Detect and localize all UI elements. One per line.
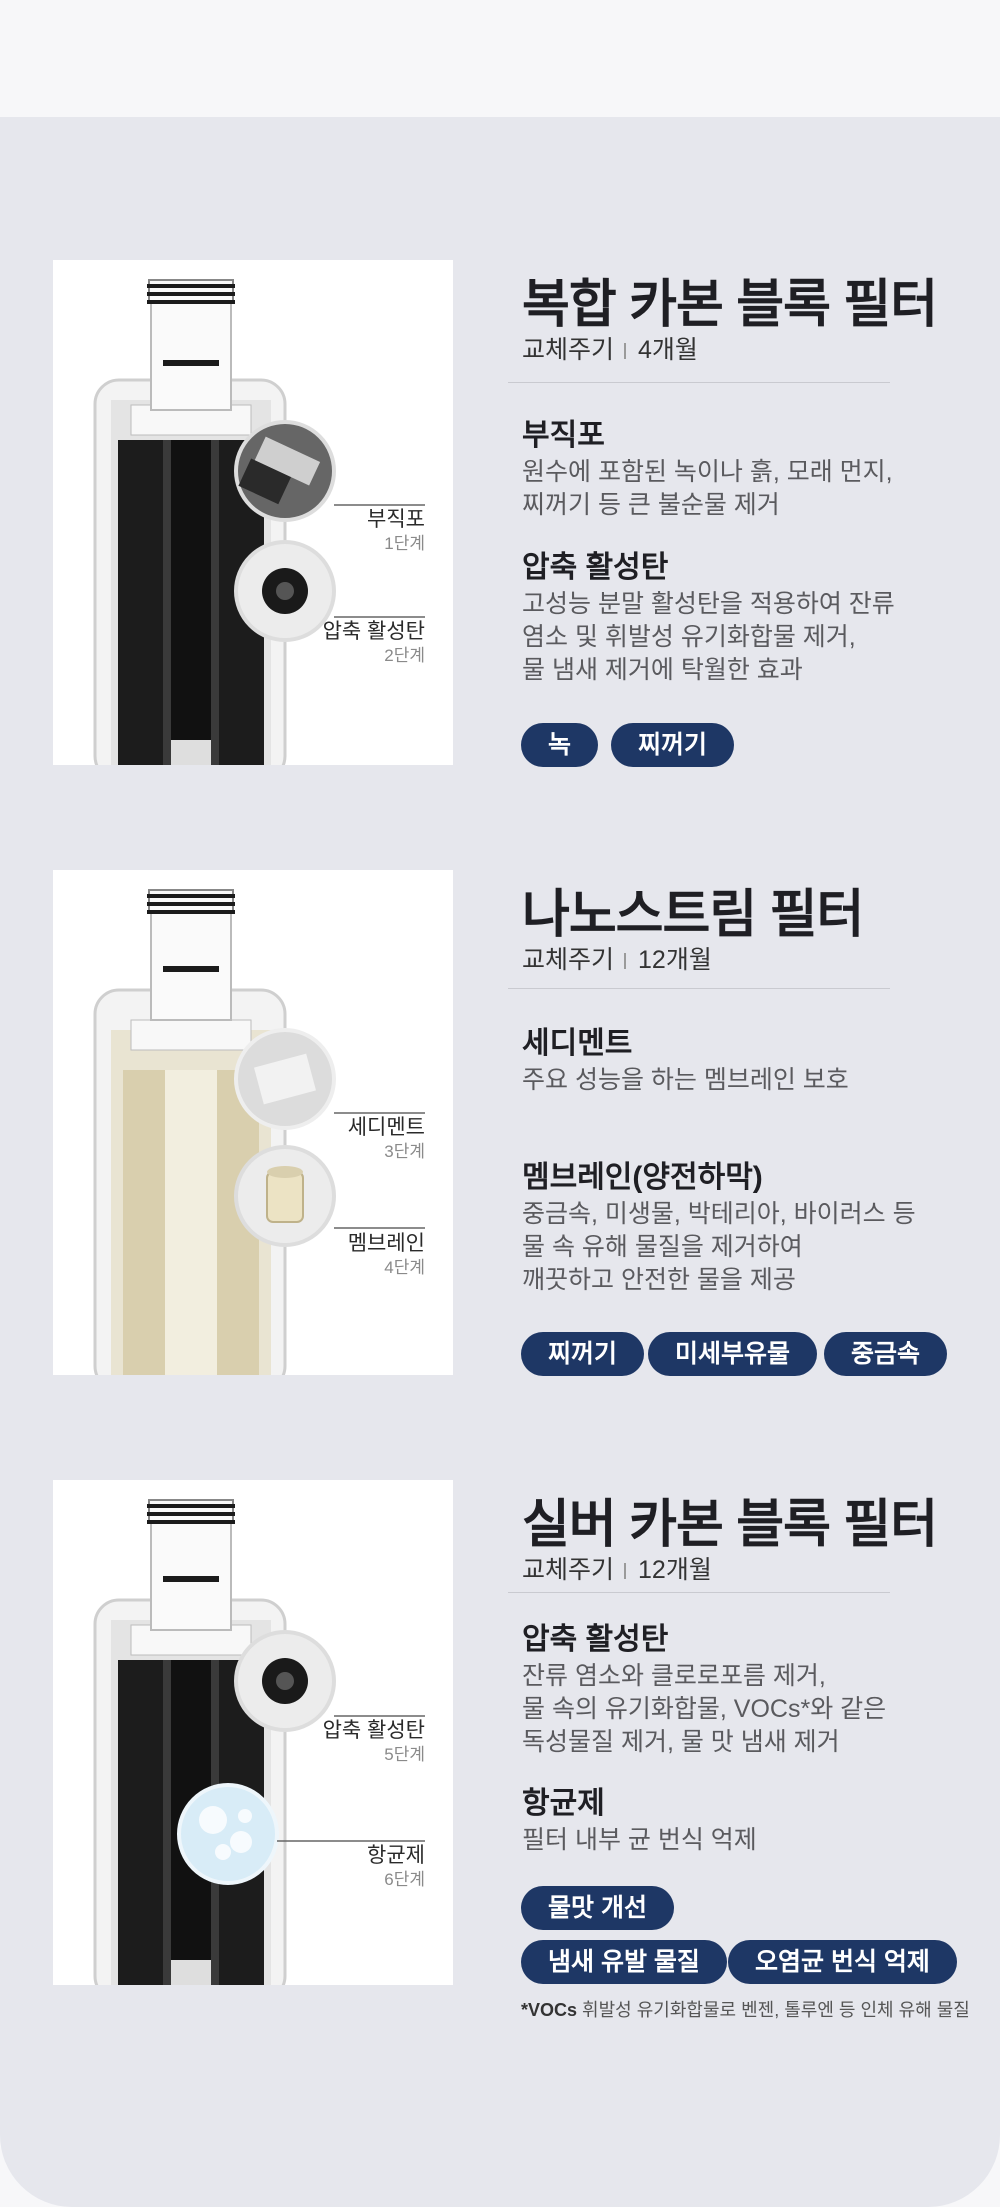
stage-step: 2단계: [384, 646, 425, 665]
feature-title: 멤브레인(양전하막): [522, 1161, 763, 1194]
feature-desc: 잔류 염소와 클로로포름 제거, 물 속의 유기화합물, VOCs*와 같은 독…: [522, 1662, 887, 1756]
feature-title: 세디멘트: [522, 1027, 633, 1060]
replacement-cycle: 교체주기 12개월: [522, 940, 712, 976]
stage-step: 5단계: [384, 1745, 425, 1764]
tag-chip: 녹: [521, 723, 599, 767]
stage-label-6: 항균제 6단계: [367, 1844, 425, 1892]
filter-title: 실버 카본 블록 필터: [522, 1496, 938, 1554]
feature-title: 압축 활성탄: [522, 551, 669, 584]
tag-chip: 냄새 유발 물질: [521, 1940, 727, 1984]
filter-section-3: 압축 활성탄 5단계 항균제 6단계 실버 카본 블록 필터 교체주기 12개월 …: [0, 1480, 1000, 1985]
tag-chip: 오염균 번식 억제: [728, 1940, 957, 1984]
antibacterial-icon: [177, 1783, 279, 1885]
replacement-cycle: 교체주기 12개월: [522, 1550, 712, 1586]
feature-title: 부직포: [522, 419, 605, 452]
stage-step: 4단계: [384, 1258, 425, 1277]
divider: [508, 988, 890, 989]
cycle-label: 교체주기: [522, 946, 615, 974]
stage-label-3: 세디멘트 3단계: [348, 1116, 425, 1164]
tag-chip: 찌꺼기: [521, 1332, 645, 1376]
footnote: *VOCs 휘발성 유기화합물로 벤젠, 톨루엔 등 인체 유해 물질: [521, 1996, 970, 2022]
separator: [624, 1563, 627, 1580]
stage-step: 1단계: [384, 534, 425, 553]
replacement-cycle: 교체주기 4개월: [522, 330, 698, 366]
stage-name: 항균제: [367, 1844, 425, 1867]
stage-label-5: 압축 활성탄 5단계: [323, 1719, 425, 1767]
filter-title: 복합 카본 블록 필터: [522, 276, 938, 334]
filter-image-1: 부직포 1단계 압축 활성탄 2단계: [53, 260, 453, 765]
filter-image-3: 압축 활성탄 5단계 항균제 6단계: [53, 1480, 453, 1985]
feature-title: 압축 활성탄: [522, 1623, 669, 1656]
feature-desc: 주요 성능을 하는 멤브레인 보호: [522, 1066, 849, 1094]
feature-title: 항균제: [522, 1787, 605, 1820]
cycle-value: 4개월: [638, 336, 698, 364]
stage-label-2: 압축 활성탄 2단계: [323, 620, 425, 668]
feature-desc: 원수에 포함된 녹이나 흙, 모래 먼지, 찌꺼기 등 큰 불순물 제거: [522, 458, 893, 519]
stage-step: 6단계: [384, 1870, 425, 1889]
cycle-label: 교체주기: [522, 336, 615, 364]
tag-chip: 찌꺼기: [611, 723, 735, 767]
feature-desc: 중금속, 미생물, 박테리아, 바이러스 등 물 속 유해 물질을 제거하여 깨…: [522, 1200, 916, 1294]
footnote-term: *VOCs: [521, 2000, 578, 2020]
separator: [624, 343, 627, 360]
stage-name: 압축 활성탄: [322, 620, 425, 643]
feature-desc: 필터 내부 균 번식 억제: [522, 1826, 757, 1854]
stage-step: 3단계: [384, 1142, 425, 1161]
cycle-value: 12개월: [638, 946, 712, 974]
stage-name: 압축 활성탄: [322, 1719, 425, 1742]
filter-image-2: 세디멘트 3단계 멤브레인 4단계: [53, 870, 453, 1375]
cycle-label: 교체주기: [522, 1556, 615, 1584]
stage-label-1: 부직포 1단계: [367, 508, 425, 556]
stage-name: 부직포: [367, 508, 425, 531]
tag-chip: 미세부유물: [648, 1332, 818, 1376]
divider: [508, 382, 890, 383]
footnote-text: 휘발성 유기화합물로 벤젠, 톨루엔 등 인체 유해 물질: [582, 2000, 970, 2020]
tag-chip: 중금속: [824, 1332, 948, 1376]
stage-name: 멤브레인: [347, 1232, 425, 1255]
divider: [508, 1592, 890, 1593]
stage-name: 세디멘트: [347, 1116, 425, 1139]
tag-chip: 물맛 개선: [521, 1886, 674, 1930]
cycle-value: 12개월: [638, 1556, 712, 1584]
feature-desc: 고성능 분말 활성탄을 적용하여 잔류 염소 및 휘발성 유기화합물 제거, 물…: [522, 590, 895, 684]
filter-title: 나노스트림 필터: [522, 886, 864, 944]
stage-label-4: 멤브레인 4단계: [348, 1232, 425, 1280]
separator: [624, 953, 627, 970]
filter-section-1: 부직포 1단계 압축 활성탄 2단계 복합 카본 블록 필터 교체주기 4개월 부…: [0, 260, 1000, 767]
filter-section-2: 세디멘트 3단계 멤브레인 4단계 나노스트림 필터 교체주기 12개월 세디멘트…: [0, 870, 1000, 1376]
